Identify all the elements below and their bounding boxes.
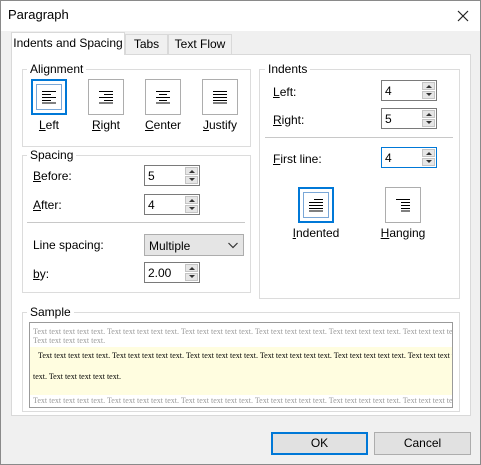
align-center-button[interactable] xyxy=(145,79,181,115)
by-value: 2.00 xyxy=(148,266,172,280)
indent-right-label: Right: xyxy=(273,113,305,127)
title-bar: Paragraph xyxy=(1,1,480,31)
after-value: 4 xyxy=(148,198,155,212)
increment-button[interactable] xyxy=(185,167,198,175)
tab-indents-and-spacing[interactable]: Indents and Spacing xyxy=(11,32,125,55)
indented-label: Indented xyxy=(292,226,340,240)
increment-button[interactable] xyxy=(422,82,435,90)
decrement-button[interactable] xyxy=(422,91,435,99)
align-justify-button[interactable] xyxy=(202,79,238,115)
align-left-icon xyxy=(42,91,56,104)
indents-group xyxy=(259,69,460,299)
tab-text-flow[interactable]: Text Flow xyxy=(168,34,232,54)
hanging-icon xyxy=(396,199,410,212)
indent-right-spinner[interactable]: 5 xyxy=(381,108,437,129)
sample-text: text. Text text text text text. xyxy=(33,372,121,381)
by-label: by: xyxy=(33,267,50,281)
align-right-button[interactable] xyxy=(88,79,124,115)
indented-icon xyxy=(309,199,323,212)
chevron-down-icon xyxy=(228,242,238,249)
close-icon xyxy=(457,10,469,22)
after-label: After: xyxy=(33,198,62,212)
decrement-button[interactable] xyxy=(422,119,435,127)
align-right-icon xyxy=(99,91,113,104)
increment-button[interactable] xyxy=(422,110,435,118)
indents-group-label: Indents xyxy=(265,62,311,76)
divider xyxy=(265,137,453,138)
indent-left-label: Left: xyxy=(273,85,297,99)
align-right-label: Right xyxy=(91,118,121,132)
decrement-button[interactable] xyxy=(185,176,198,184)
first-line-label: First line: xyxy=(273,152,322,166)
ok-button[interactable]: OK xyxy=(271,432,368,455)
sample-text: Text text text text text. Text text text… xyxy=(38,351,453,360)
after-spinner[interactable]: 4 xyxy=(144,194,200,215)
hanging-label: Hanging xyxy=(380,226,426,240)
before-label: Before: xyxy=(33,169,72,183)
paragraph-dialog: Paragraph Indents and Spacing Tabs Text … xyxy=(0,0,481,465)
align-justify-icon xyxy=(213,91,227,104)
close-button[interactable] xyxy=(447,2,479,30)
increment-button[interactable] xyxy=(185,196,198,204)
before-value: 5 xyxy=(148,169,155,183)
dialog-title: Paragraph xyxy=(8,7,69,22)
indent-right-value: 5 xyxy=(385,112,392,126)
tab-label: Indents and Spacing xyxy=(13,36,123,50)
line-spacing-select[interactable]: Multiple xyxy=(144,234,244,256)
decrement-button[interactable] xyxy=(422,158,435,166)
tab-label: Tabs xyxy=(133,37,160,51)
first-line-spinner[interactable]: 4 xyxy=(381,147,437,168)
align-center-label: Center xyxy=(144,118,182,132)
line-spacing-label: Line spacing: xyxy=(33,238,104,252)
before-spinner[interactable]: 5 xyxy=(144,165,200,186)
spacing-group-label: Spacing xyxy=(27,148,77,162)
align-center-icon xyxy=(156,91,170,104)
indent-left-spinner[interactable]: 4 xyxy=(381,80,437,101)
align-left-label: Left xyxy=(38,118,60,132)
tab-tabs[interactable]: Tabs xyxy=(125,34,168,54)
sample-preview: Text text text text text. Text text text… xyxy=(29,322,453,408)
tab-label: Text Flow xyxy=(174,37,226,51)
alignment-group-label: Alignment xyxy=(27,62,87,76)
by-spinner[interactable]: 2.00 xyxy=(144,262,200,283)
decrement-button[interactable] xyxy=(185,273,198,281)
indent-left-value: 4 xyxy=(385,84,392,98)
first-line-value: 4 xyxy=(385,151,392,165)
sample-text-after: Text text text text text. Text text text… xyxy=(33,396,453,405)
align-left-button[interactable] xyxy=(31,79,67,115)
decrement-button[interactable] xyxy=(185,205,198,213)
increment-button[interactable] xyxy=(422,149,435,157)
increment-button[interactable] xyxy=(185,264,198,272)
indented-button[interactable] xyxy=(298,187,334,223)
sample-text-before: Text text text text text. xyxy=(33,336,106,345)
line-spacing-value: Multiple xyxy=(149,239,191,253)
hanging-button[interactable] xyxy=(385,187,421,223)
cancel-button[interactable]: Cancel xyxy=(374,432,471,455)
sample-group-label: Sample xyxy=(27,305,74,319)
align-justify-label: Justify xyxy=(202,118,237,132)
divider xyxy=(27,222,245,223)
sample-text-before: Text text text text text. Text text text… xyxy=(33,327,453,336)
